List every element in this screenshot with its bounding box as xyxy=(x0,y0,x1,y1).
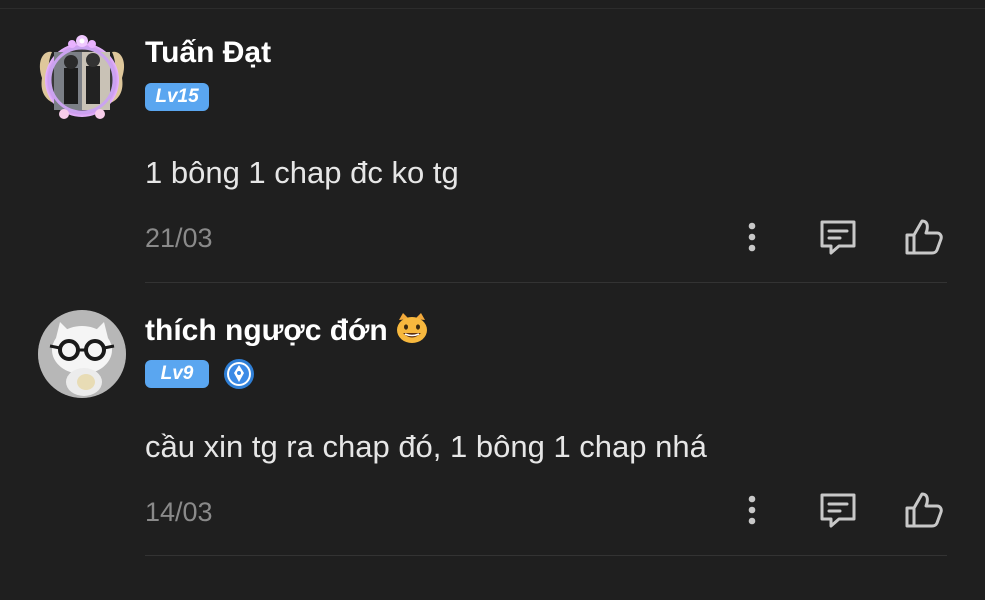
grinning-cat-emoji-icon xyxy=(394,310,430,354)
thumbs-up-icon xyxy=(905,492,943,528)
like-button[interactable] xyxy=(902,488,946,532)
like-button[interactable] xyxy=(902,215,946,259)
avatar[interactable] xyxy=(34,30,130,126)
username[interactable]: Tuấn Đạt xyxy=(145,36,271,70)
more-vertical-icon xyxy=(748,495,756,525)
avatar[interactable] xyxy=(36,308,128,400)
comment-reply-icon xyxy=(820,493,856,528)
thumbs-up-icon xyxy=(905,219,943,255)
comment-date: 21/03 xyxy=(145,223,213,253)
username[interactable]: thích ngược đớn xyxy=(145,310,430,354)
username-text: thích ngược đớn xyxy=(145,314,388,347)
reply-button[interactable] xyxy=(816,488,860,532)
badge-row: Lv9 xyxy=(145,358,255,390)
comment-list: Tuấn Đạt Lv15 1 bông 1 chap đc ko tg 21/… xyxy=(0,0,985,600)
level-badge: Lv15 xyxy=(145,83,209,111)
comment-date: 14/03 xyxy=(145,497,213,527)
level-badge: Lv9 xyxy=(145,360,209,388)
more-button[interactable] xyxy=(730,488,774,532)
avatar-with-flower-frame-icon xyxy=(39,35,125,119)
comment-actions xyxy=(730,215,950,259)
comment-divider xyxy=(145,282,947,283)
more-vertical-icon xyxy=(748,222,756,252)
comment-text: 1 bông 1 chap đc ko tg xyxy=(145,155,459,190)
comment-text: cầu xin tg ra chap đó, 1 bông 1 chap nhá xyxy=(145,429,707,464)
comment-actions xyxy=(730,488,950,532)
comment-reply-icon xyxy=(820,220,856,255)
more-button[interactable] xyxy=(730,215,774,259)
cat-with-glasses-avatar-icon xyxy=(38,310,126,398)
blue-pen-medal-icon[interactable] xyxy=(223,358,255,390)
reply-button[interactable] xyxy=(816,215,860,259)
comment-divider xyxy=(145,555,947,556)
badge-row: Lv15 xyxy=(145,83,209,111)
top-divider xyxy=(0,8,985,9)
